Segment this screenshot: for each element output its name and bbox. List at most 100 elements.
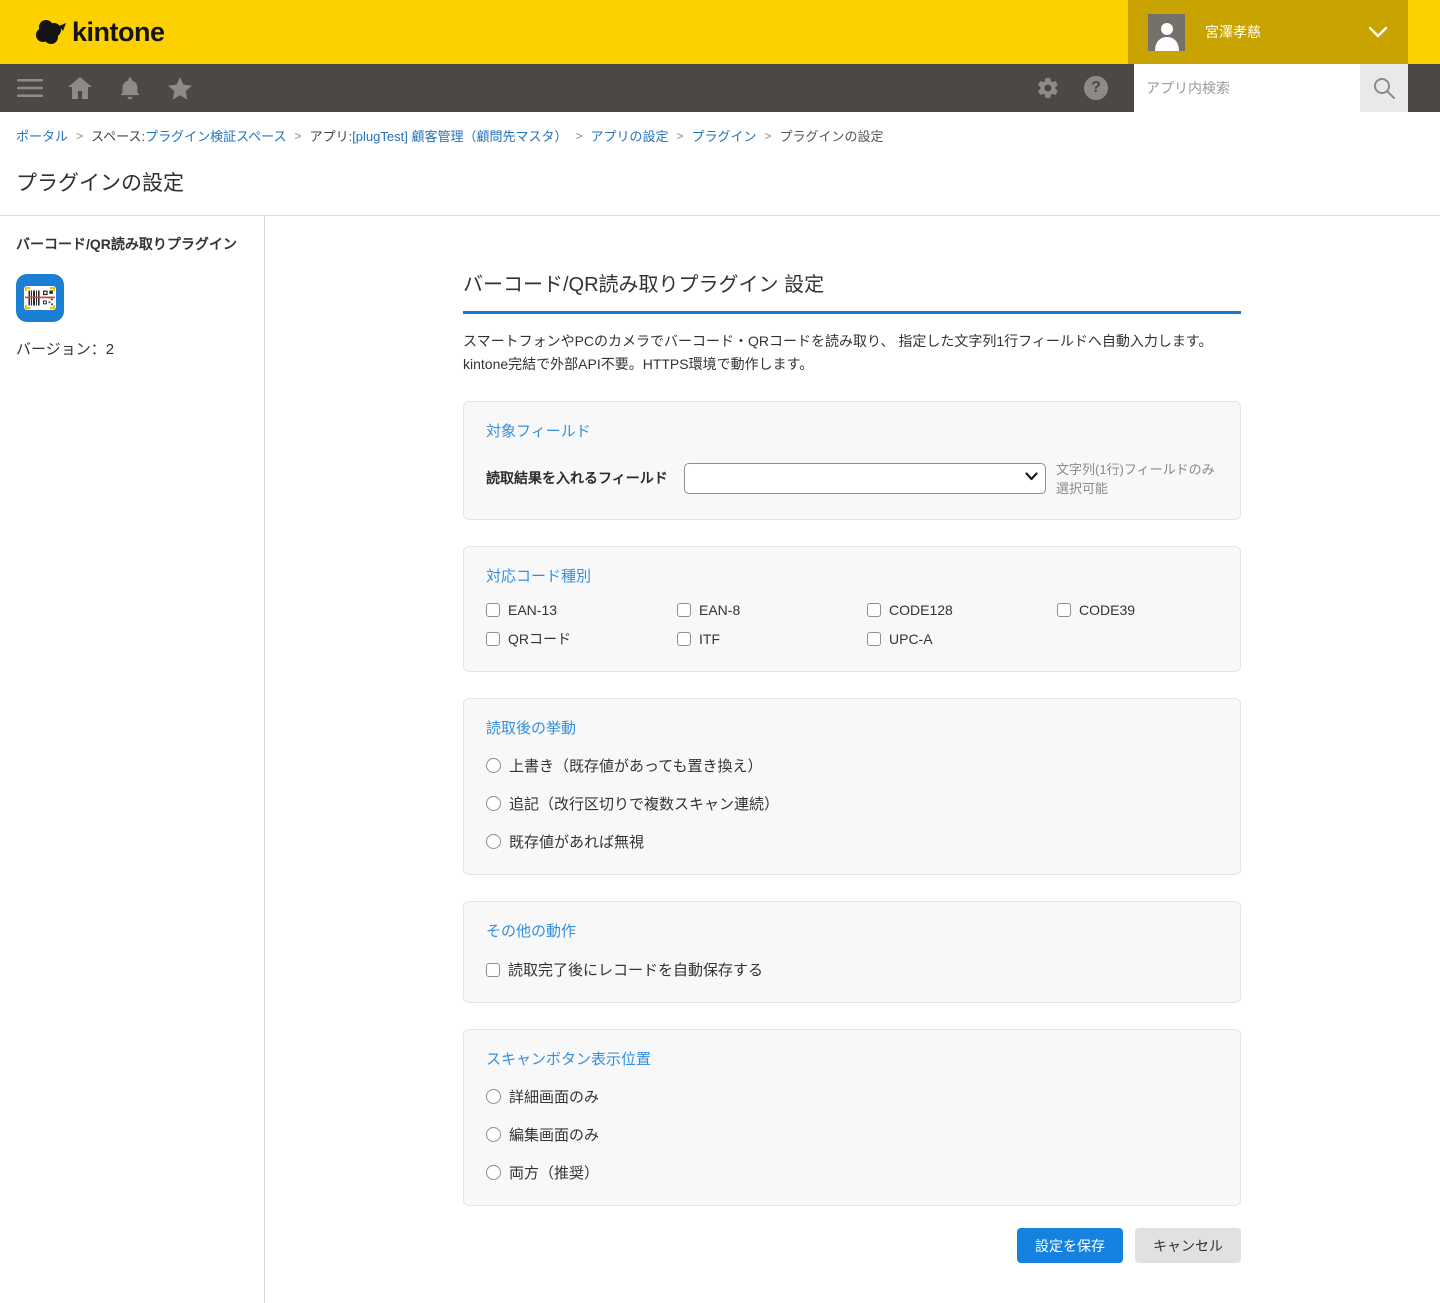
code-type-checkbox[interactable] — [867, 603, 881, 617]
code-type-checkbox[interactable] — [867, 632, 881, 646]
global-navbar: ? — [0, 64, 1440, 112]
search-button[interactable] — [1360, 64, 1408, 112]
content-area: バーコード/QR読み取りプラグイン — [0, 216, 1440, 1303]
auto-save-option[interactable]: 読取完了後にレコードを自動保存する — [486, 959, 1218, 980]
plugin-name: バーコード/QR読み取りプラグイン — [16, 234, 248, 254]
search-icon — [1372, 76, 1396, 100]
save-settings-button[interactable]: 設定を保存 — [1017, 1228, 1123, 1263]
button-position-label: 詳細画面のみ — [509, 1086, 599, 1107]
breadcrumb-plugin-link[interactable]: プラグイン — [692, 126, 757, 145]
avatar — [1148, 14, 1185, 51]
breadcrumb-separator: > — [575, 129, 582, 143]
code-type-label: CODE39 — [1079, 602, 1135, 618]
after-read-radio[interactable] — [486, 796, 501, 811]
code-type-option[interactable]: QRコード — [486, 629, 677, 649]
settings-gear-icon[interactable] — [1024, 64, 1072, 112]
code-type-checkbox[interactable] — [677, 603, 691, 617]
after-read-option[interactable]: 上書き（既存値があっても置き換え） — [486, 755, 1218, 776]
code-type-grid: EAN-13 EAN-8 CODE128 CODE39 — [486, 602, 1218, 649]
target-field-label: 読取結果を入れるフィールド — [486, 468, 684, 488]
chevron-down-icon — [1368, 26, 1388, 38]
button-position-radio-list: 詳細画面のみ 編集画面のみ 両方（推奨） — [486, 1086, 1218, 1183]
top-header: kintone 宮澤孝慈 — [0, 0, 1440, 64]
favorites-star-icon[interactable] — [162, 64, 198, 112]
breadcrumb-separator: > — [76, 129, 83, 143]
nav-spacer — [1408, 64, 1440, 112]
home-icon[interactable] — [62, 64, 98, 112]
code-type-checkbox[interactable] — [1057, 603, 1071, 617]
cancel-button[interactable]: キャンセル — [1135, 1228, 1241, 1263]
nav-left-icons — [0, 64, 198, 112]
button-position-radio[interactable] — [486, 1165, 501, 1180]
breadcrumb-portal[interactable]: ポータル — [16, 126, 68, 145]
after-read-label: 既存値があれば無視 — [509, 831, 644, 852]
hamburger-menu-icon[interactable] — [12, 64, 48, 112]
target-field-select[interactable] — [684, 463, 1046, 494]
breadcrumb-separator: > — [295, 129, 302, 143]
button-position-radio[interactable] — [486, 1127, 501, 1142]
button-position-option[interactable]: 編集画面のみ — [486, 1124, 1218, 1145]
breadcrumb-separator: > — [765, 129, 772, 143]
button-position-radio[interactable] — [486, 1089, 501, 1104]
target-field-select-wrap — [684, 463, 1046, 494]
code-type-option[interactable]: EAN-8 — [677, 602, 867, 618]
breadcrumb-space-link[interactable]: プラグイン検証スペース — [145, 126, 286, 145]
barcode-qr-plugin-icon — [16, 274, 64, 322]
plugin-version: バージョン：2 — [16, 338, 248, 359]
after-read-radio[interactable] — [486, 758, 501, 773]
breadcrumb-app-settings-link[interactable]: アプリの設定 — [590, 126, 668, 145]
section-code-types: 対応コード種別 EAN-13 EAN-8 CODE128 — [463, 546, 1241, 672]
plugin-sidebar: バーコード/QR読み取りプラグイン — [0, 216, 265, 1303]
code-type-checkbox[interactable] — [486, 632, 500, 646]
after-read-label: 追記（改行区切りで複数スキャン連続） — [509, 793, 779, 814]
breadcrumb-app-prefix: アプリ: — [310, 126, 353, 145]
code-type-checkbox[interactable] — [677, 632, 691, 646]
breadcrumb-separator: > — [676, 129, 683, 143]
section-target-field: 対象フィールド 読取結果を入れるフィールド 文字列(1行)フィールドのみ選択可能 — [463, 401, 1241, 520]
after-read-label: 上書き（既存値があっても置き換え） — [509, 755, 763, 776]
section-other-behavior: その他の動作 読取完了後にレコードを自動保存する — [463, 901, 1241, 1003]
code-type-option[interactable]: CODE39 — [1057, 602, 1218, 618]
auto-save-checkbox[interactable] — [486, 963, 500, 977]
user-name: 宮澤孝慈 — [1205, 22, 1368, 42]
help-icon[interactable]: ? — [1072, 64, 1120, 112]
breadcrumb-space-prefix: スペース: — [91, 126, 145, 145]
breadcrumb-current: プラグインの設定 — [780, 126, 884, 145]
help-question-glyph: ? — [1084, 76, 1108, 100]
section-heading-code-types: 対応コード種別 — [486, 565, 1218, 586]
logo-text: kintone — [72, 17, 165, 48]
button-position-option[interactable]: 詳細画面のみ — [486, 1086, 1218, 1107]
app-search — [1134, 64, 1408, 112]
code-type-label: QRコード — [508, 629, 571, 649]
other-behavior-list: 読取完了後にレコードを自動保存する — [486, 959, 1218, 980]
after-read-radio[interactable] — [486, 834, 501, 849]
code-type-option[interactable]: UPC-A — [867, 629, 1057, 649]
form-actions: 設定を保存 キャンセル — [463, 1228, 1241, 1263]
breadcrumb-app-link[interactable]: [plugTest] 顧客管理（顧問先マスタ） — [352, 126, 567, 145]
auto-save-label: 読取完了後にレコードを自動保存する — [508, 959, 763, 980]
section-heading-other-behavior: その他の動作 — [486, 920, 1218, 941]
notifications-bell-icon[interactable] — [112, 64, 148, 112]
search-input[interactable] — [1134, 64, 1360, 112]
after-read-radio-list: 上書き（既存値があっても置き換え） 追記（改行区切りで複数スキャン連続） 既存値… — [486, 755, 1218, 852]
section-scan-button-position: スキャンボタン表示位置 詳細画面のみ 編集画面のみ 両方（ — [463, 1029, 1241, 1206]
section-heading-scan-button-position: スキャンボタン表示位置 — [486, 1048, 1218, 1069]
kintone-logo[interactable]: kintone — [0, 17, 165, 48]
code-type-option[interactable]: CODE128 — [867, 602, 1057, 618]
after-read-option[interactable]: 既存値があれば無視 — [486, 831, 1218, 852]
nav-right-tools: ? — [1024, 64, 1440, 112]
after-read-option[interactable]: 追記（改行区切りで複数スキャン連続） — [486, 793, 1218, 814]
kintone-cloud-icon — [34, 17, 66, 47]
settings-heading: バーコード/QR読み取りプラグイン 設定 — [463, 268, 1241, 314]
code-type-checkbox[interactable] — [486, 603, 500, 617]
code-type-option[interactable]: ITF — [677, 629, 867, 649]
button-position-label: 編集画面のみ — [509, 1124, 599, 1145]
target-field-row: 読取結果を入れるフィールド 文字列(1行)フィールドのみ選択可能 — [486, 459, 1218, 497]
code-type-label: CODE128 — [889, 602, 953, 618]
button-position-option[interactable]: 両方（推奨） — [486, 1162, 1218, 1183]
user-menu[interactable]: 宮澤孝慈 — [1128, 0, 1408, 64]
plugin-description: スマートフォンやPCのカメラでバーコード・QRコードを読み取り、 指定した文字列… — [463, 330, 1241, 375]
target-field-hint: 文字列(1行)フィールドのみ選択可能 — [1056, 459, 1218, 497]
code-type-option[interactable]: EAN-13 — [486, 602, 677, 618]
code-type-label: UPC-A — [889, 631, 933, 647]
